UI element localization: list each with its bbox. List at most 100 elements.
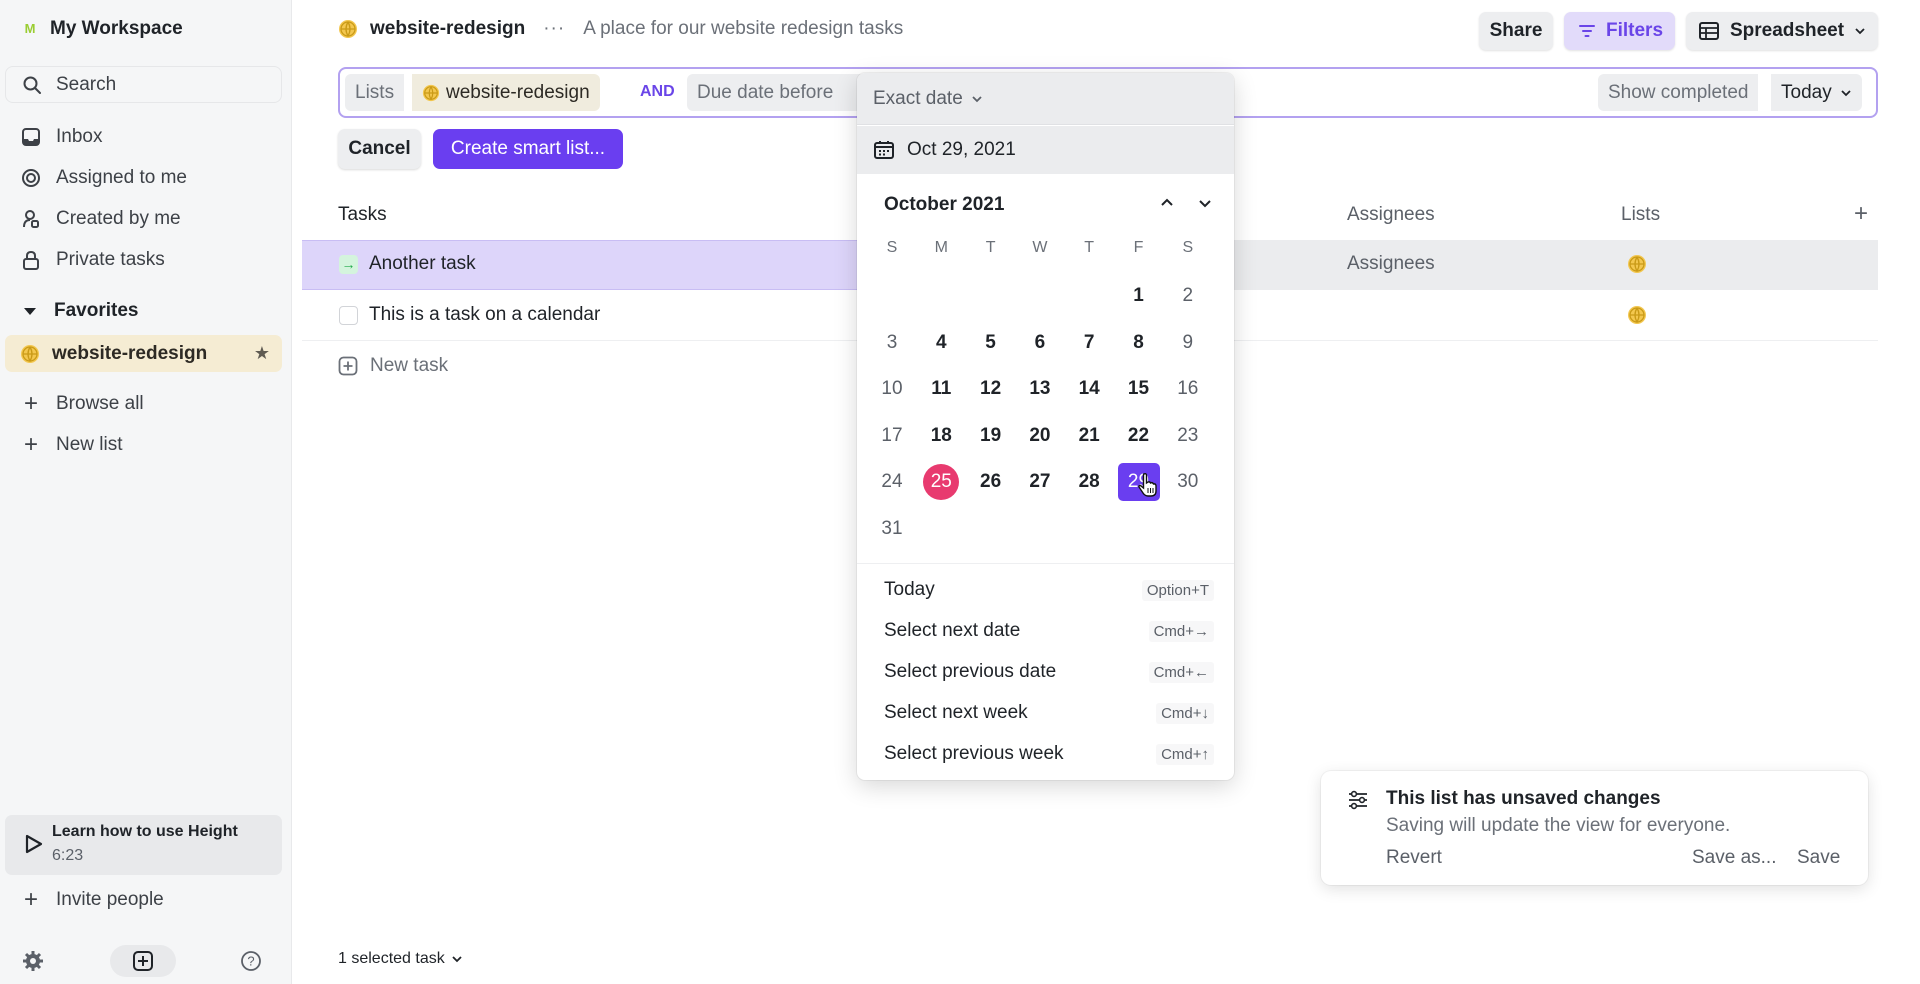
cancel-button[interactable]: Cancel [338,129,421,169]
calendar-day[interactable]: 3 [871,324,913,362]
list-description[interactable]: A place for our website redesign tasks [583,18,903,40]
keyboard-shortcut: Cmd+↓ [1156,702,1214,724]
save-button[interactable]: Save [1797,847,1840,869]
invite-people-button[interactable]: + Invite people [20,886,164,913]
revert-button[interactable]: Revert [1386,847,1442,869]
more-options-icon[interactable]: ··· [543,18,565,40]
sidebar-item-private[interactable]: Private tasks [20,249,165,271]
chevron-down-icon[interactable] [1195,193,1215,213]
calendar-day[interactable]: 6 [1019,324,1061,362]
calendar-day[interactable]: 7 [1068,324,1110,362]
date-shortcut-item[interactable]: Today Option+T [884,573,1214,607]
new-list-button[interactable]: + New list [20,431,123,458]
calendar-day[interactable]: 13 [1019,370,1061,408]
lock-icon [20,249,42,271]
filter-field-lists[interactable]: Lists [345,74,405,111]
calendar-day[interactable]: 11 [920,370,962,408]
browse-all-button[interactable]: + Browse all [20,390,144,417]
calendar-day[interactable]: 17 [871,417,913,455]
calendar-day[interactable]: 9 [1167,324,1209,362]
list-title[interactable]: website-redesign [370,18,525,40]
calendar-day-today[interactable]: 25 [923,464,960,501]
calendar-day[interactable]: 26 [970,463,1012,501]
calendar-day[interactable]: 15 [1118,370,1160,408]
target-icon [20,167,42,189]
date-mode-select[interactable]: Exact date [857,73,1234,125]
selected-tasks-menu[interactable]: 1 selected task [338,950,463,968]
calendar-day[interactable]: 2 [1167,277,1209,315]
help-icon[interactable]: ? [240,950,262,972]
chevron-up-icon[interactable] [1157,193,1177,213]
plus-icon: + [23,886,38,913]
calendar-day[interactable]: 31 [871,510,913,548]
calendar-day[interactable]: 27 [1019,463,1061,501]
save-as-button[interactable]: Save as... [1692,847,1777,869]
date-shortcut-item[interactable]: Select next week Cmd+↓ [884,696,1214,730]
calendar-day[interactable]: 24 [871,463,913,501]
date-shortcut-item[interactable]: Select next date Cmd+→ [884,614,1214,648]
calendar-day[interactable]: 20 [1019,417,1061,455]
view-switcher[interactable]: Spreadsheet [1686,12,1878,50]
gear-icon[interactable] [22,950,44,972]
unsaved-changes-toast: This list has unsaved changes Saving wil… [1321,771,1868,885]
globe-icon [1628,255,1646,273]
calendar-month-label: October 2021 [884,194,1005,215]
completed-range-select[interactable]: Today [1771,74,1862,111]
calendar-day[interactable]: 8 [1118,324,1160,362]
and-operator[interactable]: AND [640,83,675,101]
calendar-day[interactable]: 16 [1167,370,1209,408]
in-progress-status-icon[interactable]: → [339,255,358,274]
new-task-label: New task [370,355,449,376]
sidebar-item-website-redesign[interactable]: website-redesign ★ [5,335,282,372]
calendar-day[interactable]: 12 [970,370,1012,408]
search-button[interactable]: Search [5,66,282,103]
filter-value-list[interactable]: website-redesign [412,74,600,111]
create-smart-list-button[interactable]: Create smart list... [433,129,623,169]
learn-video-card[interactable]: Learn how to use Height 6:23 [5,815,282,875]
calendar-day[interactable]: 23 [1167,417,1209,455]
calendar-day[interactable]: 21 [1068,417,1110,455]
svg-text:?: ? [247,954,254,969]
filter-field-label: Due date before [697,81,834,103]
sidebar-item-assigned[interactable]: Assigned to me [20,167,187,189]
date-shortcut-item[interactable]: Select previous date Cmd+← [884,655,1214,689]
share-button[interactable]: Share [1479,12,1553,50]
toast-title: This list has unsaved changes [1386,788,1661,809]
show-completed-toggle[interactable]: Show completed [1598,74,1759,111]
favorites-section-toggle[interactable]: Favorites [20,300,138,322]
calendar-day[interactable]: 30 [1167,463,1209,501]
selected-count-label: 1 selected task [338,950,445,967]
calendar-day[interactable]: 18 [920,417,962,455]
new-task-row[interactable]: New task [338,355,448,377]
column-header-tasks[interactable]: Tasks [338,204,387,226]
calendar-day[interactable]: 19 [970,417,1012,455]
sidebar-footer: ? [0,945,292,977]
task-name[interactable]: Another task [369,253,476,275]
calendar-day[interactable]: 14 [1068,370,1110,408]
browse-all-label: Browse all [56,393,144,414]
calendar-day[interactable]: 1 [1118,277,1160,315]
task-name[interactable]: This is a task on a calendar [369,304,600,326]
calendar-day[interactable]: 22 [1118,417,1160,455]
new-task-button[interactable] [110,945,176,977]
pointer-cursor-icon [1138,472,1157,497]
add-column-button[interactable]: + [1854,200,1868,228]
calendar-day[interactable]: 4 [920,324,962,362]
calendar-day[interactable]: 5 [970,324,1012,362]
calendar-day[interactable]: 28 [1068,463,1110,501]
column-header-lists[interactable]: Lists [1621,204,1660,226]
learn-duration: 6:23 [52,847,84,864]
date-input[interactable]: Oct 29, 2021 [857,126,1234,174]
column-header-assignees[interactable]: Assignees [1347,204,1435,226]
star-icon[interactable]: ★ [254,343,270,364]
divider [857,563,1234,564]
sidebar-item-inbox[interactable]: Inbox [20,126,102,148]
date-shortcut-item[interactable]: Select previous week Cmd+↑ [884,737,1214,771]
task-assignees[interactable]: Assignees [1347,253,1435,275]
sidebar-item-created[interactable]: Created by me [20,208,181,230]
filters-button[interactable]: Filters [1564,12,1675,50]
calendar-day[interactable]: 10 [871,370,913,408]
workspace-switcher[interactable]: M My Workspace [22,18,183,40]
todo-checkbox[interactable] [339,306,358,325]
sidebar-item-label: Created by me [56,208,181,229]
